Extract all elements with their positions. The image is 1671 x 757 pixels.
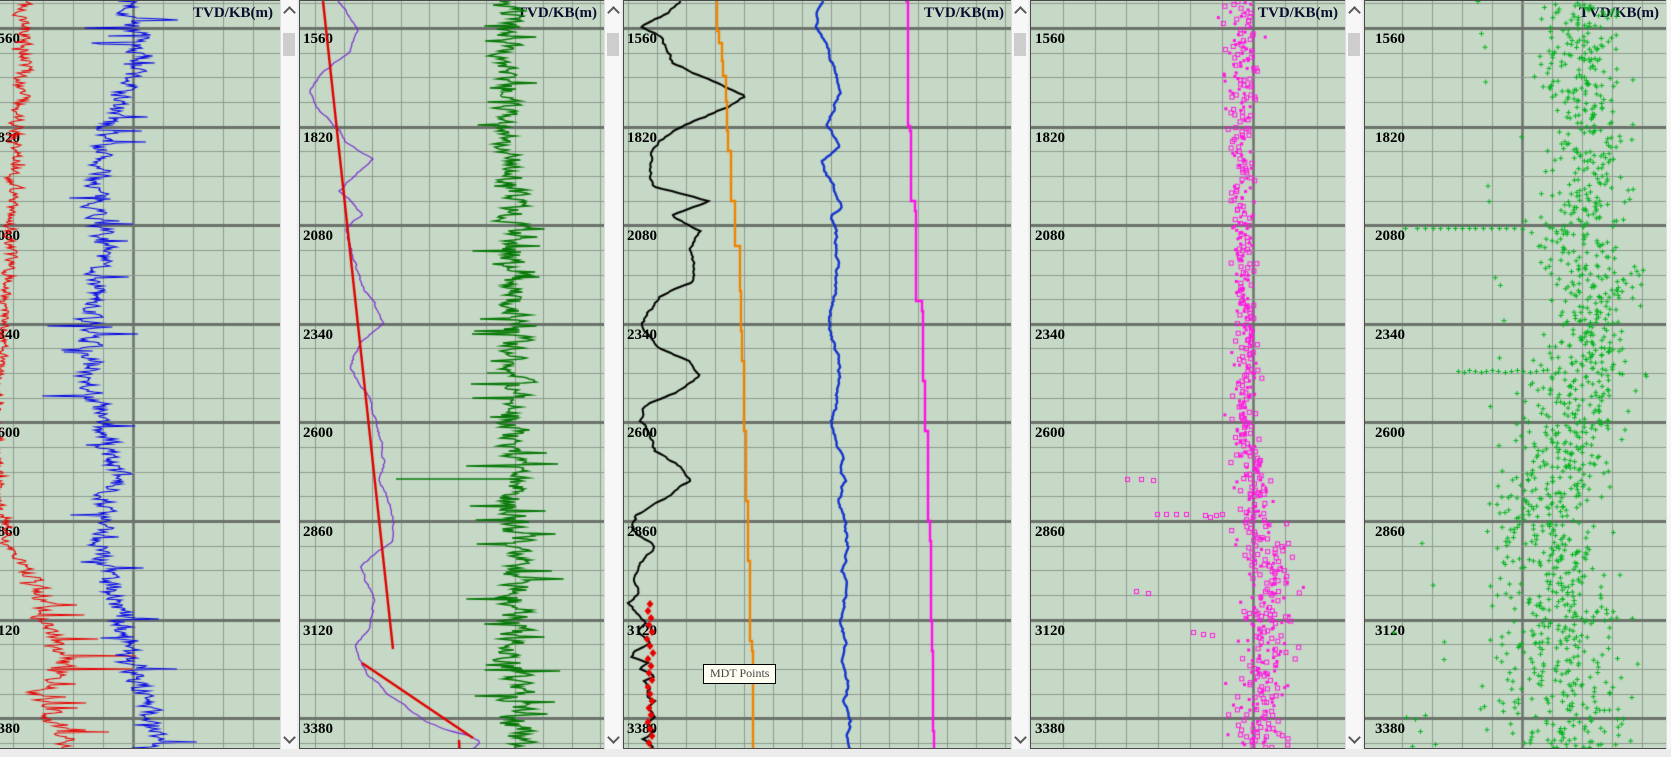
chevron-down-icon[interactable] [283, 731, 296, 744]
vertical-scrollbar[interactable] [1666, 0, 1671, 749]
scrollbar-thumb[interactable] [1348, 33, 1360, 56]
chevron-down-icon[interactable] [1348, 731, 1361, 744]
log-track-panel-3: 15601820208023402600286031203380 TVD/KB(… [623, 0, 1027, 749]
log-plot-area-4: 15601820208023402600286031203380 TVD/KB(… [1030, 0, 1345, 749]
chevron-up-icon[interactable] [607, 6, 620, 19]
scrollbar-thumb[interactable] [1014, 33, 1026, 56]
vertical-scrollbar[interactable] [1345, 0, 1362, 749]
chevron-up-icon[interactable] [283, 6, 296, 19]
vertical-scrollbar[interactable] [280, 0, 297, 749]
vertical-scrollbar[interactable] [1011, 0, 1028, 749]
scrollbar-thumb[interactable] [283, 33, 295, 56]
log-track-panel-1: 15601820208023402600286031203380 TVD/KB(… [0, 0, 296, 749]
chevron-down-icon[interactable] [607, 731, 620, 744]
chevron-down-icon[interactable] [1014, 731, 1027, 744]
log-plot-canvas[interactable] [1031, 1, 1345, 748]
log-plot-area-2: 15601820208023402600286031203380 TVD/KB(… [299, 0, 604, 749]
mdt-points-tooltip: MDT Points [703, 664, 776, 684]
log-plot-canvas[interactable] [624, 1, 1011, 748]
chevron-up-icon[interactable] [1014, 6, 1027, 19]
vertical-scrollbar[interactable] [604, 0, 621, 749]
log-track-panel-5: 15601820208023402600286031203380 TVD/KB(… [1364, 0, 1671, 749]
log-track-panel-2: 15601820208023402600286031203380 TVD/KB(… [299, 0, 620, 749]
log-plot-area-1: 15601820208023402600286031203380 TVD/KB(… [0, 0, 280, 749]
log-track-panel-4: 15601820208023402600286031203380 TVD/KB(… [1030, 0, 1361, 749]
log-plot-area-5: 15601820208023402600286031203380 TVD/KB(… [1364, 0, 1666, 749]
log-plot-canvas[interactable] [0, 1, 280, 748]
log-plot-canvas[interactable] [1365, 1, 1666, 748]
log-plot-area-3: 15601820208023402600286031203380 TVD/KB(… [623, 0, 1011, 749]
scrollbar-thumb[interactable] [607, 33, 619, 56]
log-plot-canvas[interactable] [300, 1, 604, 748]
chevron-up-icon[interactable] [1348, 6, 1361, 19]
